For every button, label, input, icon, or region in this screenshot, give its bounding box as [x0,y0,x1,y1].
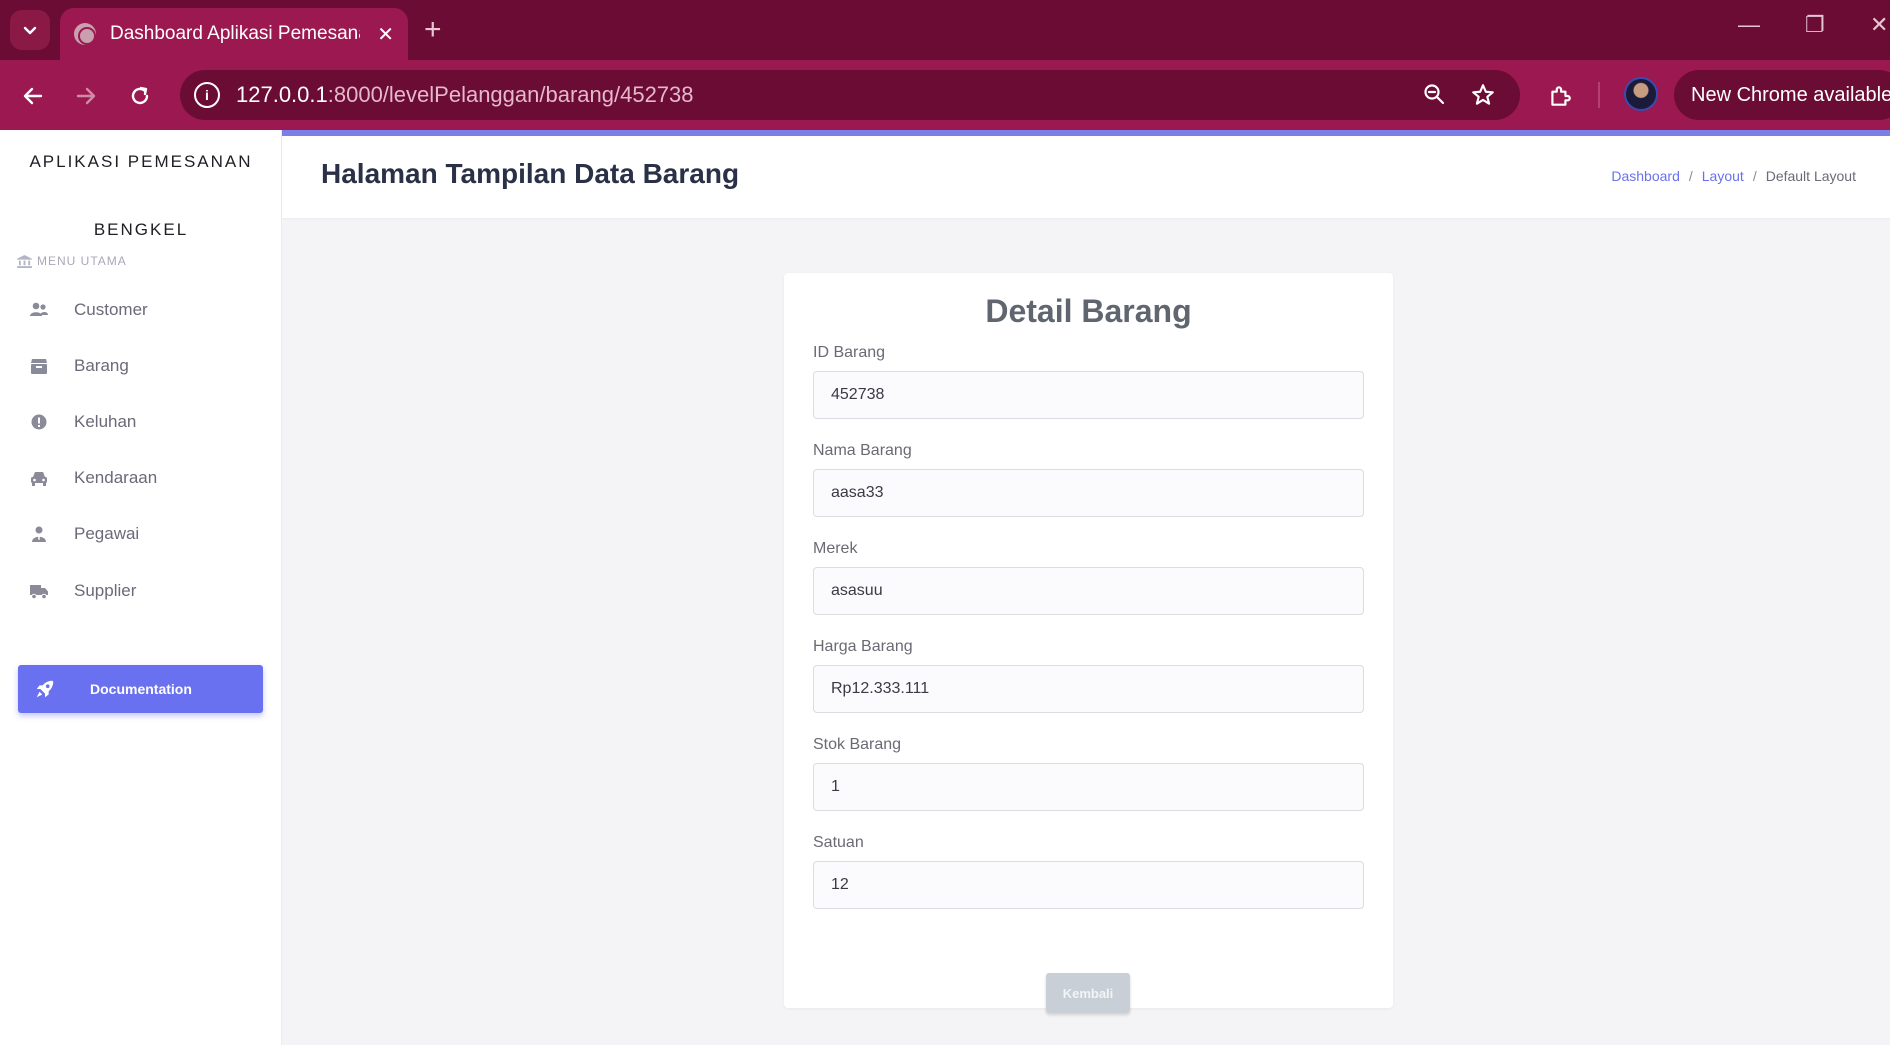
breadcrumb-separator: / [1752,168,1757,184]
new-chrome-label: New Chrome available [1691,83,1890,106]
url-text: 127.0.0.1:8000/levelPelanggan/barang/452… [236,82,694,108]
satuan-field[interactable] [813,861,1364,909]
harga-barang-label: Harga Barang [813,638,913,655]
browser-tab-active[interactable]: Dashboard Aplikasi Pemesanan ✕ [60,8,408,60]
url-path: :8000/levelPelanggan/barang/452738 [327,82,694,107]
car-icon [31,472,47,486]
page: APLIKASI PEMESANAN BENGKEL MENU UTAMA Cu… [0,130,1890,1045]
menu-heading-label: MENU UTAMA [37,254,127,268]
sidebar-item-label: Supplier [74,581,137,600]
id-barang-field[interactable] [813,371,1364,419]
sidebar: APLIKASI PEMESANAN BENGKEL MENU UTAMA Cu… [0,130,282,1045]
tab-title: Dashboard Aplikasi Pemesanan [110,23,360,44]
profile-avatar[interactable] [1624,77,1658,111]
site-info-icon[interactable]: i [194,82,220,108]
new-chrome-available-button[interactable]: New Chrome available [1674,70,1890,120]
users-icon [30,302,48,316]
new-tab-button[interactable]: + [424,12,442,48]
merek-label: Merek [813,540,858,557]
truck-icon [30,585,48,600]
sidebar-item-customer[interactable]: Customer [0,290,282,330]
sidebar-item-barang[interactable]: Barang [0,346,282,386]
card-title: Detail Barang [985,293,1192,329]
url-host: 127.0.0.1 [236,82,328,107]
zoom-icon[interactable] [1422,82,1446,113]
close-tab-icon[interactable]: ✕ [377,22,394,47]
sidebar-item-label: Kendaraan [74,468,158,487]
documentation-label: Documentation [90,681,192,697]
restore-window-icon[interactable]: ❐ [1805,12,1825,38]
extensions-icon[interactable] [1540,76,1580,116]
close-window-icon[interactable]: ✕ [1870,12,1888,38]
sidebar-item-keluhan[interactable]: Keluhan [0,402,282,442]
minimize-window-icon[interactable]: — [1738,12,1760,38]
breadcrumb-current: Default Layout [1765,168,1856,184]
sidebar-item-label: Pegawai [74,524,140,543]
satuan-label: Satuan [813,834,864,851]
back-icon[interactable] [13,76,53,116]
exclamation-circle-icon [31,414,47,430]
nama-barang-label: Nama Barang [813,442,912,459]
brand-subtitle[interactable]: BENGKEL [0,220,282,240]
user-tie-icon [32,526,46,542]
merek-field[interactable] [813,567,1364,615]
globe-icon [74,23,96,45]
documentation-button[interactable]: Documentation [18,665,263,713]
page-title: Halaman Tampilan Data Barang [321,158,740,189]
sidebar-item-kendaraan[interactable]: Kendaraan [0,458,282,498]
rocket-icon [36,680,54,698]
stok-barang-label: Stok Barang [813,736,902,753]
breadcrumb: Dashboard / Layout / Default Layout [1611,168,1856,184]
harga-barang-field[interactable] [813,665,1364,713]
sidebar-item-label: Keluhan [74,412,137,431]
brand-title[interactable]: APLIKASI PEMESANAN [0,152,282,172]
tab-search-button[interactable] [10,10,50,50]
browser-tab-strip: Dashboard Aplikasi Pemesanan ✕ + — ❐ ✕ [0,0,1890,60]
nama-barang-field[interactable] [813,469,1364,517]
sidebar-item-pegawai[interactable]: Pegawai [0,514,282,554]
id-barang-label: ID Barang [813,344,886,361]
kembali-button[interactable]: Kembali [1046,973,1130,1013]
box-icon [31,359,47,374]
reload-icon[interactable] [120,76,160,116]
address-bar[interactable]: i 127.0.0.1:8000/levelPelanggan/barang/4… [180,70,1520,120]
bookmark-star-icon[interactable] [1470,82,1496,115]
breadcrumb-separator: / [1688,168,1693,184]
bank-icon [17,254,32,268]
detail-card: Detail Barang ID Barang Nama Barang Mere… [784,273,1393,1013]
chevron-down-icon [23,26,37,35]
toolbar-divider [1598,82,1600,108]
stok-barang-field[interactable] [813,763,1364,811]
breadcrumb-dashboard[interactable]: Dashboard [1611,168,1680,184]
sidebar-item-label: Barang [74,356,129,375]
browser-toolbar: i 127.0.0.1:8000/levelPelanggan/barang/4… [0,60,1890,130]
forward-icon[interactable] [66,76,106,116]
sidebar-item-label: Customer [74,300,148,319]
menu-heading: MENU UTAMA [17,254,127,268]
sidebar-item-supplier[interactable]: Supplier [0,571,282,611]
page-header: Halaman Tampilan Data Barang Dashboard /… [282,136,1890,218]
breadcrumb-layout[interactable]: Layout [1702,168,1744,184]
